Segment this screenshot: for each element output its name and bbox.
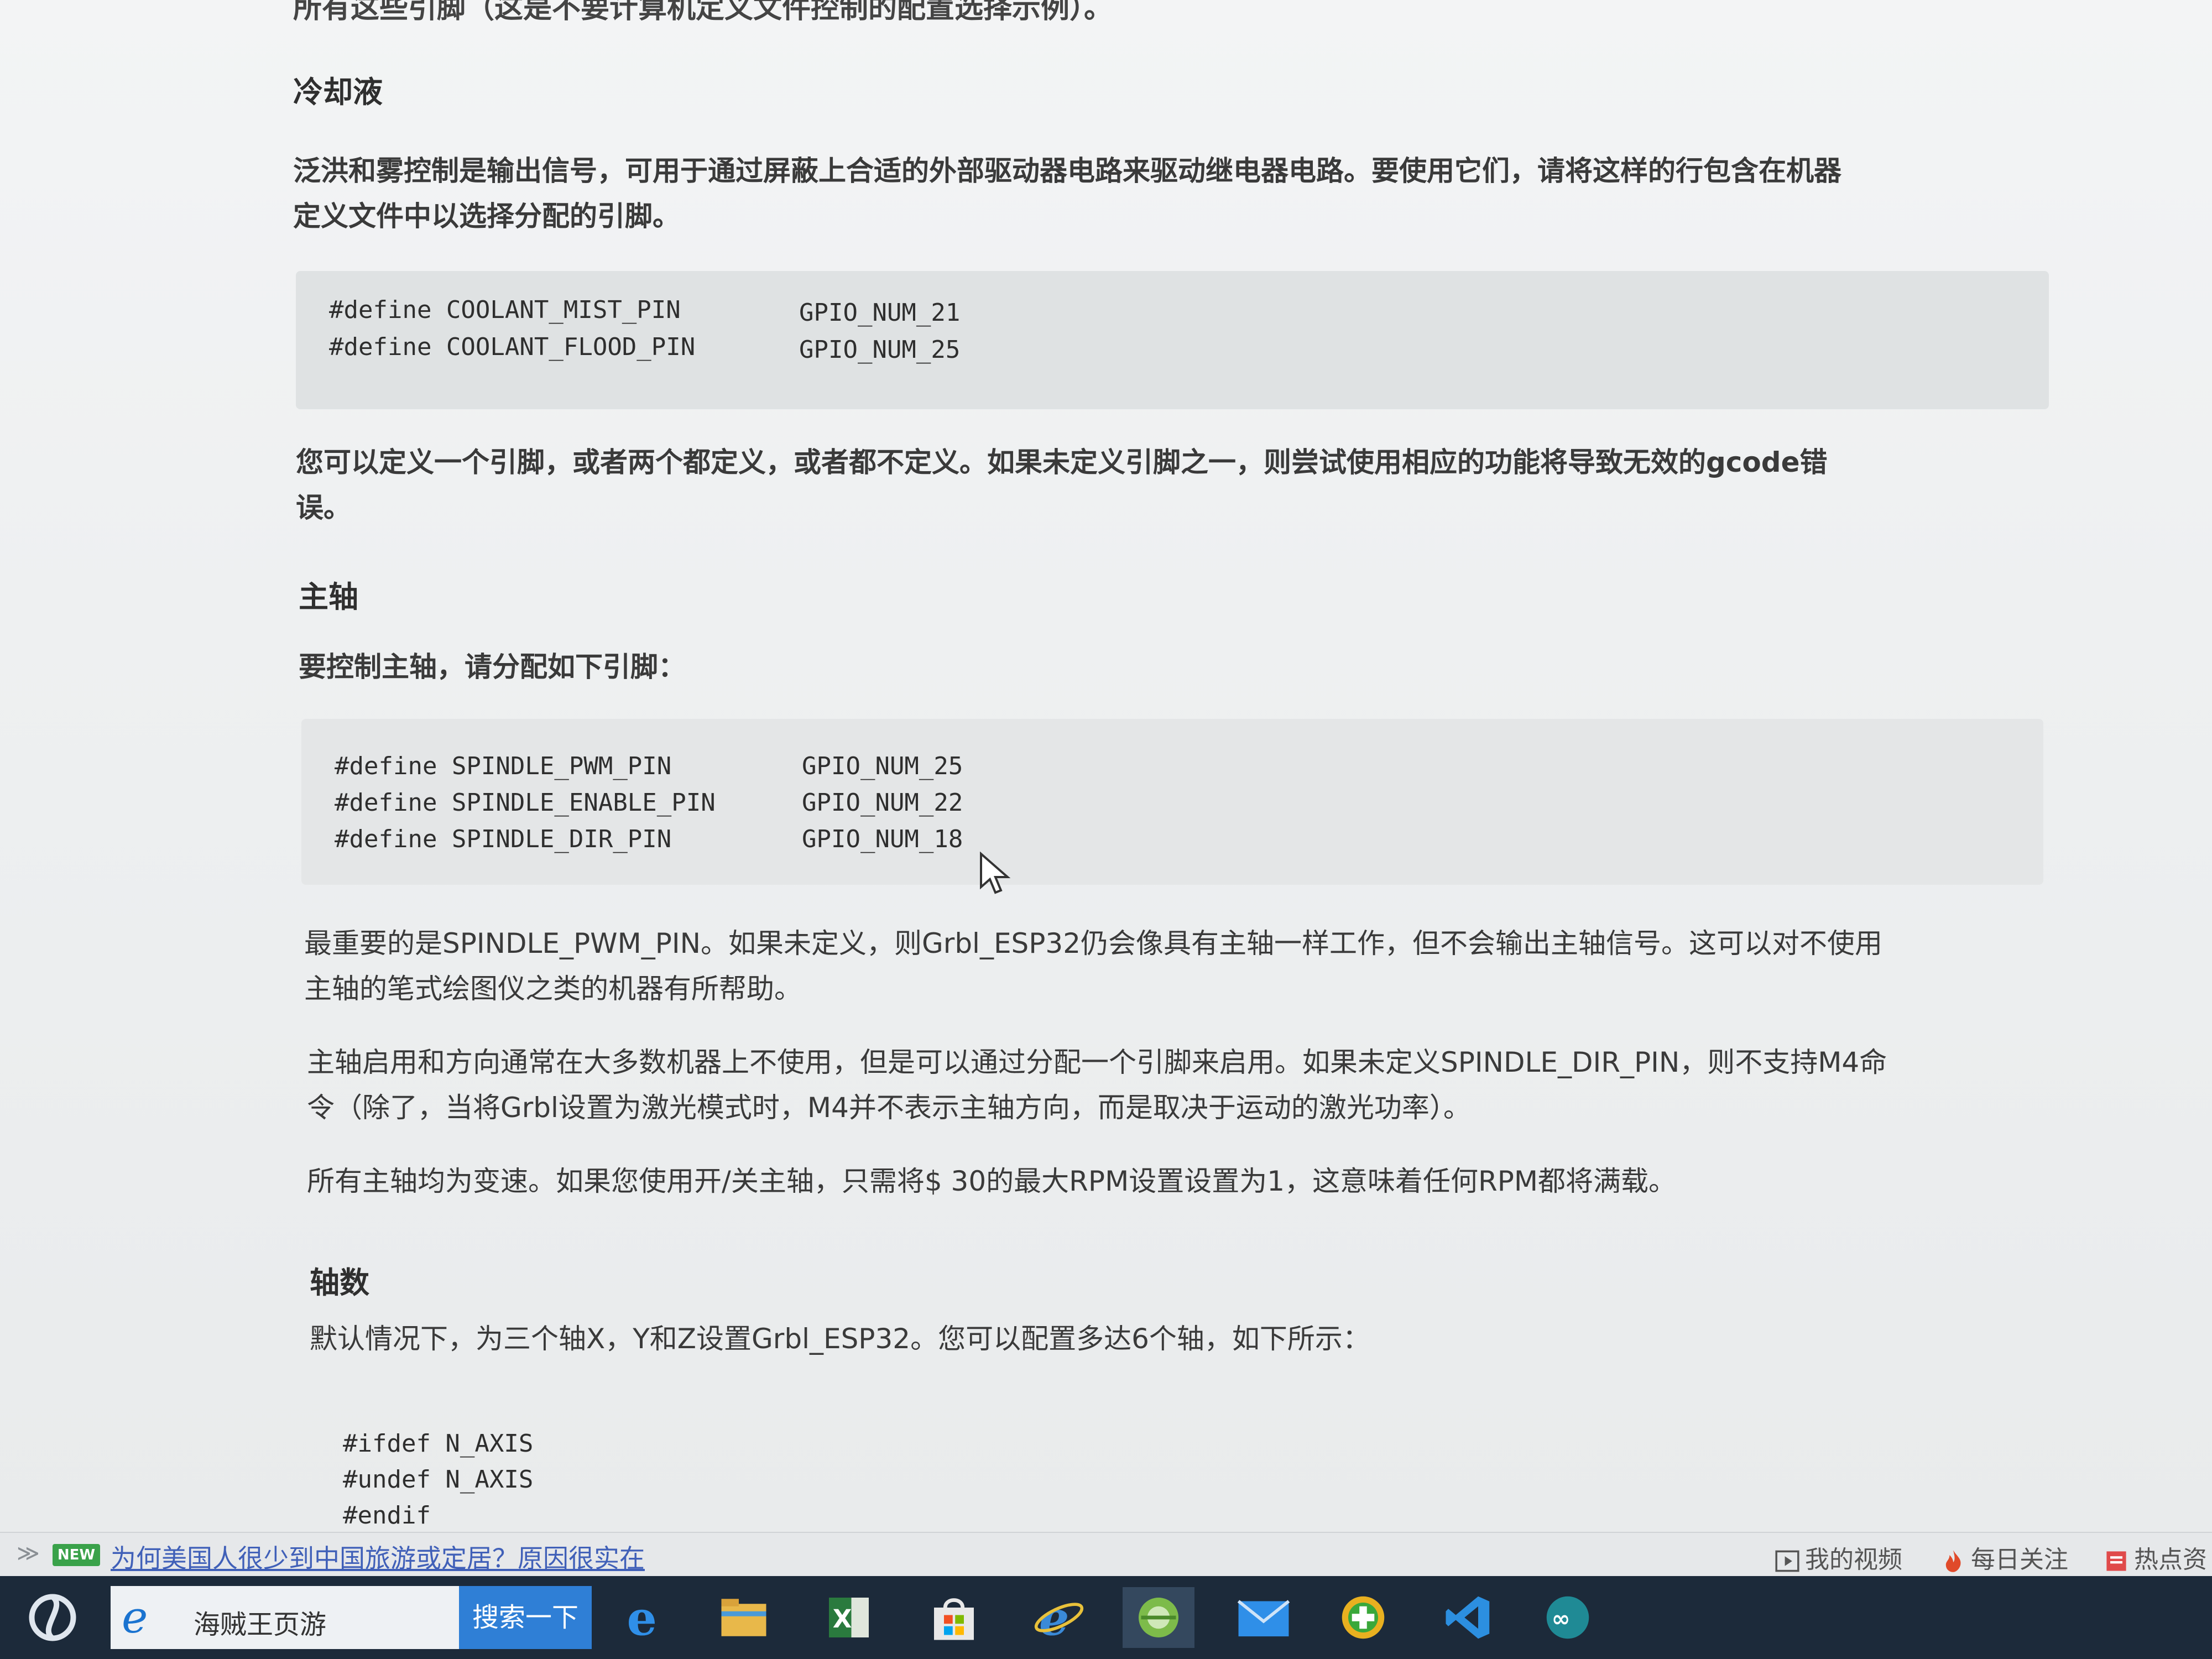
- spindle-paragraph-2: 主轴启用和方向通常在大多数机器上不使用，但是可以通过分配一个引脚来启用。如果未定…: [307, 1046, 1887, 1124]
- svg-text:e: e: [627, 1593, 657, 1642]
- axes-intro: 默认情况下，为三个轴X，Y和Z设置Grbl_ESP32。您可以配置多达6个轴，如…: [310, 1323, 1370, 1355]
- hot-news-link[interactable]: 热点资: [2104, 1540, 2207, 1575]
- code-line: #undef N_AXIS: [343, 1465, 534, 1494]
- my-video-label: 我的视频: [1805, 1546, 1902, 1574]
- code-value: GPIO_NUM_25: [802, 752, 963, 780]
- daily-follow-link[interactable]: 每日关注: [1941, 1540, 2068, 1575]
- code-value: GPIO_NUM_22: [802, 789, 963, 817]
- news-bar: ≫ NEW 为何美国人很少到中国旅游或定居？原因很实在 我的视频 每日关注 热点…: [0, 1532, 2212, 1577]
- code-line: #define COOLANT_MIST_PIN: [329, 296, 681, 324]
- spindle-paragraph-3: 所有主轴均为变速。如果您使用开/关主轴，只需将$ 30的最大RPM设置设置为1，…: [307, 1165, 1677, 1197]
- taskbar: e 海贼王页游 搜索一下 e X e ∞: [0, 1576, 2212, 1659]
- hot-news-label: 热点资: [2134, 1546, 2207, 1574]
- code-line: #endif: [343, 1501, 431, 1530]
- axes-heading: 轴数: [310, 1265, 369, 1300]
- code-value: GPIO_NUM_18: [802, 825, 963, 853]
- taskbar-search-box[interactable]: e 海贼王页游: [111, 1586, 459, 1649]
- news-icon: [2106, 1551, 2126, 1571]
- mouse-cursor-icon: [980, 852, 1011, 894]
- excel-icon[interactable]: X: [813, 1587, 885, 1648]
- coolant-paragraph: 泛洪和雾控制是输出信号，可用于通过屏蔽上合适的外部驱动器电路来驱动继电器电路。要…: [293, 155, 1841, 232]
- code-line: #define SPINDLE_DIR_PIN: [335, 825, 672, 853]
- coolant-heading: 冷却液: [293, 75, 383, 109]
- security-plus-icon[interactable]: [1327, 1587, 1399, 1648]
- start-button[interactable]: [22, 1590, 83, 1645]
- spindle-intro: 要控制主轴，请分配如下引脚：: [299, 651, 686, 683]
- code-line: #define COOLANT_FLOOD_PIN: [329, 333, 696, 361]
- my-video-link[interactable]: 我的视频: [1775, 1540, 1902, 1575]
- edge-browser-icon[interactable]: e: [608, 1587, 680, 1648]
- code-value: GPIO_NUM_21: [799, 299, 961, 327]
- vscode-icon[interactable]: [1432, 1587, 1504, 1648]
- new-badge: NEW: [53, 1544, 100, 1566]
- spindle-paragraph-1: 最重要的是SPINDLE_PWM_PIN。如果未定义，则Grbl_ESP32仍会…: [304, 927, 1883, 1005]
- code-value: GPIO_NUM_25: [799, 336, 961, 364]
- internet-explorer-icon[interactable]: e: [1023, 1587, 1095, 1648]
- search-button[interactable]: 搜索一下: [459, 1586, 592, 1649]
- daily-follow-label: 每日关注: [1971, 1546, 2068, 1574]
- browser-360-icon[interactable]: [1123, 1587, 1194, 1648]
- arduino-icon[interactable]: ∞: [1532, 1587, 1604, 1648]
- code-line: #ifdef N_AXIS: [343, 1430, 534, 1458]
- coolant-code-block: #define COOLANT_MIST_PIN GPIO_NUM_21 #de…: [296, 271, 2049, 409]
- news-headline-link[interactable]: 为何美国人很少到中国旅游或定居？原因很实在: [111, 1538, 645, 1575]
- start-logo-icon: [29, 1594, 76, 1641]
- axes-code-block: #ifdef N_AXIS #undef N_AXIS #endif: [310, 1416, 2024, 1532]
- flame-icon: [1945, 1550, 1961, 1572]
- coolant-note: 您可以定义一个引脚，或者两个都定义，或者都不定义。如果未定义引脚之一，则尝试使用…: [296, 446, 1828, 524]
- svg-text:X: X: [833, 1604, 852, 1634]
- cut-off-text: 所有这些引脚（这是不要计算机定义文件控制的配置选择示例）。: [293, 0, 1113, 25]
- spindle-heading: 主轴: [299, 580, 358, 614]
- ie-search-icon: e: [122, 1592, 148, 1643]
- collapse-chevron-icon[interactable]: ≫: [17, 1541, 40, 1566]
- spindle-code-block: #define SPINDLE_PWM_PIN GPIO_NUM_25 #def…: [301, 719, 2043, 885]
- mail-icon[interactable]: [1228, 1587, 1300, 1648]
- document-page: 所有这些引脚（这是不要计算机定义文件控制的配置选择示例）。 冷却液 泛洪和雾控制…: [0, 0, 2212, 1532]
- file-explorer-icon[interactable]: [708, 1587, 780, 1648]
- svg-text:∞: ∞: [1552, 1605, 1571, 1632]
- code-line: #define SPINDLE_ENABLE_PIN: [335, 789, 716, 817]
- store-icon[interactable]: [918, 1587, 990, 1648]
- code-line: #define SPINDLE_PWM_PIN: [335, 752, 672, 780]
- search-input[interactable]: 海贼王页游: [194, 1603, 326, 1641]
- video-play-icon: [1775, 1550, 1799, 1572]
